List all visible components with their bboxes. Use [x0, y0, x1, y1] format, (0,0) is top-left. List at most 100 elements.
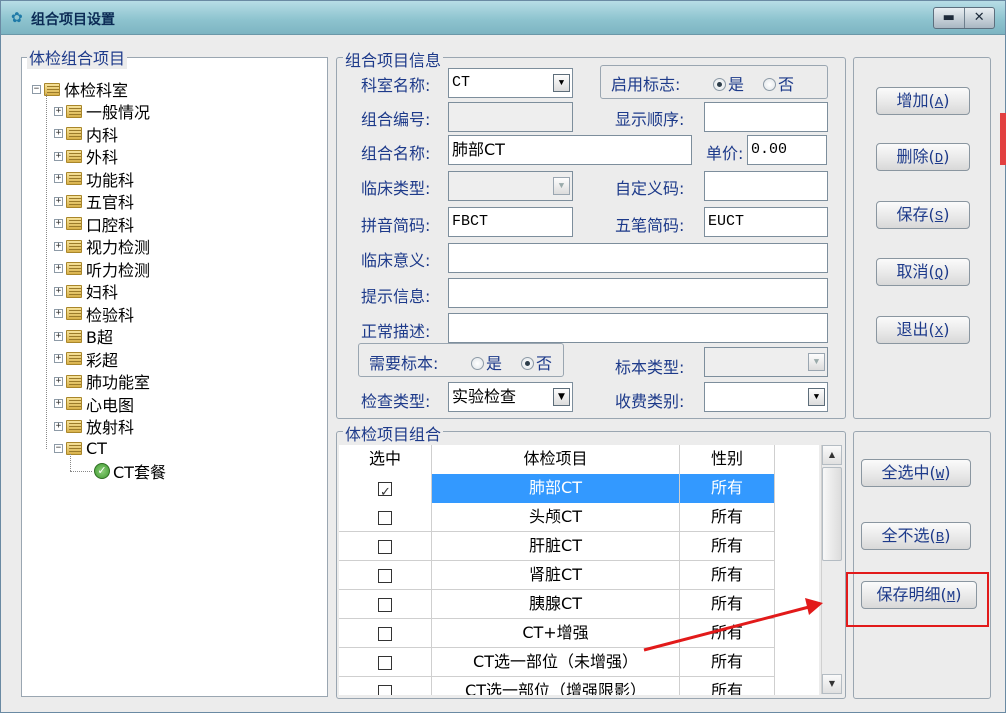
select-cell[interactable]	[339, 619, 432, 648]
column-header[interactable]: 选中	[339, 445, 432, 474]
tree-item[interactable]: + 肺功能室	[54, 370, 150, 392]
checkbox[interactable]	[378, 597, 392, 612]
expand-toggle-icon[interactable]: +	[54, 286, 63, 296]
check-type-select[interactable]: 实验检查 ▼	[448, 382, 573, 412]
tree-item[interactable]: + 妇科	[54, 280, 118, 302]
table-row[interactable]: CT+增强 所有	[339, 619, 775, 648]
add-button[interactable]: 增加(A)	[876, 87, 970, 115]
select-all-button[interactable]: 全选中(W)	[861, 459, 971, 487]
expand-toggle-icon[interactable]: +	[54, 196, 63, 206]
select-cell[interactable]	[339, 503, 432, 532]
sample-type-select[interactable]: ▼	[704, 347, 828, 377]
checkbox[interactable]	[378, 510, 392, 525]
checkbox[interactable]	[378, 626, 392, 641]
order-field[interactable]	[704, 102, 828, 132]
scroll-down-icon[interactable]: ▼	[822, 674, 842, 694]
dept-tree[interactable]: − 体检科室 + 一般情况 + 内科 + 外科 + 功能科 + 五官科 + 口腔科 + 视力检测 + 听力检测 + 妇…	[21, 57, 328, 697]
scroll-thumb[interactable]	[822, 467, 842, 561]
need-sample-no-radio[interactable]: 否	[521, 350, 552, 374]
expand-toggle-icon[interactable]: +	[54, 264, 63, 273]
cancel-button[interactable]: 取消(Q)	[876, 258, 970, 286]
expand-toggle-icon[interactable]: +	[54, 421, 63, 431]
tree-item-label: CT	[86, 439, 107, 458]
checkbox[interactable]	[378, 539, 392, 554]
select-cell[interactable]	[339, 532, 432, 561]
normal-field[interactable]	[448, 313, 828, 343]
name-field[interactable]: 肺部CT	[448, 135, 692, 165]
custom-code-field[interactable]	[704, 171, 828, 201]
table-row[interactable]: 肝脏CT 所有	[339, 532, 775, 561]
expand-toggle-icon[interactable]: +	[54, 331, 63, 341]
expand-toggle-icon[interactable]: +	[54, 151, 63, 161]
tree-item[interactable]: + 心电图	[54, 393, 134, 415]
expand-toggle-icon[interactable]: +	[54, 219, 63, 228]
expand-toggle-icon[interactable]: +	[54, 399, 63, 408]
dept-select[interactable]: CT ▼	[448, 68, 573, 98]
need-sample-yes-radio[interactable]: 是	[471, 350, 502, 374]
tree-item[interactable]: + 视力检测	[54, 235, 150, 257]
tree-item[interactable]: + B超	[54, 325, 113, 347]
tree-item[interactable]: + 彩超	[54, 348, 118, 370]
delete-button[interactable]: 删除(D)	[876, 143, 970, 171]
fee-type-dropdown-icon[interactable]: ▼	[808, 388, 825, 406]
enable-no-radio[interactable]: 否	[763, 71, 794, 95]
enable-yes-radio[interactable]: 是	[713, 71, 744, 95]
pinyin-field[interactable]: FBCT	[448, 207, 573, 237]
column-header[interactable]: 性别	[680, 445, 775, 474]
checkbox-checked[interactable]	[378, 479, 392, 503]
code-field[interactable]	[448, 102, 573, 132]
expand-toggle-icon[interactable]: +	[54, 354, 63, 363]
expand-toggle-icon[interactable]: −	[54, 444, 63, 453]
save-button[interactable]: 保存(S)	[876, 201, 970, 229]
column-header[interactable]: 体检项目	[432, 445, 680, 474]
expand-toggle-icon[interactable]: +	[54, 309, 63, 318]
select-none-button[interactable]: 全不选(B)	[861, 522, 971, 550]
tree-item[interactable]: + 外科	[54, 145, 118, 167]
tree-item[interactable]: + 口腔科	[54, 213, 134, 235]
expand-toggle-icon[interactable]: −	[32, 84, 41, 94]
select-cell[interactable]	[339, 474, 432, 503]
tree-item[interactable]: + 一般情况	[54, 100, 150, 122]
sample-type-dropdown-icon[interactable]: ▼	[808, 353, 825, 371]
fee-type-select[interactable]: ▼	[704, 382, 828, 412]
select-cell[interactable]	[339, 677, 432, 695]
table-row[interactable]: 头颅CT 所有	[339, 503, 775, 532]
scroll-up-icon[interactable]: ▲	[822, 445, 842, 465]
select-cell[interactable]	[339, 590, 432, 619]
wubi-field[interactable]: EUCT	[704, 207, 828, 237]
price-field[interactable]: 0.00	[747, 135, 827, 165]
table-row[interactable]: CT选一部位（增强限影） 所有	[339, 677, 775, 695]
expand-toggle-icon[interactable]: +	[54, 129, 63, 138]
close-button[interactable]: ✕	[963, 8, 995, 28]
tree-item[interactable]: + 功能科	[54, 168, 134, 190]
tree-item[interactable]: + 内科	[54, 123, 118, 145]
hint-field[interactable]	[448, 278, 828, 308]
checkbox[interactable]	[378, 684, 392, 695]
tree-item[interactable]: + 五官科	[54, 190, 134, 212]
select-cell[interactable]	[339, 561, 432, 590]
table-row[interactable]: 胰腺CT 所有	[339, 590, 775, 619]
table-row[interactable]: 肺部CT所有	[339, 474, 775, 503]
tree-item[interactable]: − CT	[54, 438, 107, 460]
expand-toggle-icon[interactable]: +	[54, 376, 63, 386]
tree-item[interactable]: + 放射科	[54, 415, 134, 437]
select-cell[interactable]	[339, 648, 432, 677]
tree-item[interactable]: + 检验科	[54, 303, 134, 325]
table-row[interactable]: CT选一部位（未增强） 所有	[339, 648, 775, 677]
table-scrollbar[interactable]: ▲ ▼	[821, 445, 842, 694]
checkbox[interactable]	[378, 655, 392, 670]
meaning-field[interactable]	[448, 243, 828, 273]
tree-child-item[interactable]: ✓ CT套餐	[94, 460, 166, 482]
tree-item[interactable]: + 听力检测	[54, 258, 150, 280]
exit-button[interactable]: 退出(X)	[876, 316, 970, 344]
clinic-type-select[interactable]: ▼	[448, 171, 573, 201]
clinic-type-dropdown-icon[interactable]: ▼	[553, 177, 570, 195]
expand-toggle-icon[interactable]: +	[54, 174, 63, 183]
table-row[interactable]: 肾脏CT 所有	[339, 561, 775, 590]
expand-toggle-icon[interactable]: +	[54, 106, 63, 116]
check-type-dropdown-icon[interactable]: ▼	[553, 388, 570, 406]
minimize-button[interactable]: ▬	[934, 8, 964, 28]
expand-toggle-icon[interactable]: +	[54, 241, 63, 251]
checkbox[interactable]	[378, 568, 392, 583]
dept-dropdown-icon[interactable]: ▼	[553, 74, 570, 92]
